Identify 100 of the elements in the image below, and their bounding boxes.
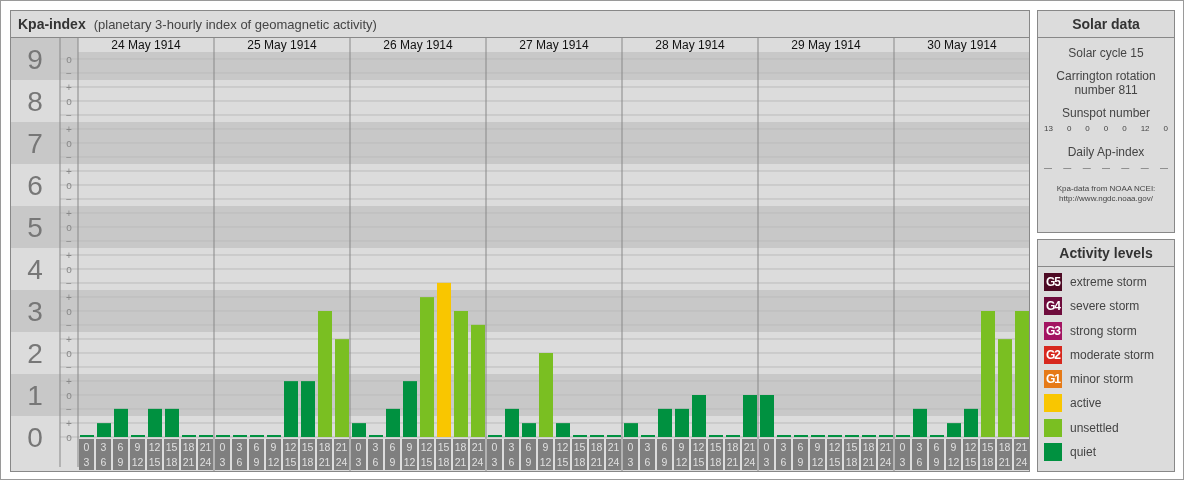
level-badge: G3: [1044, 321, 1062, 340]
level-badge: G5: [1044, 273, 1062, 291]
time-slot-label: 12 15: [147, 439, 162, 470]
time-slot-label: 3 6: [232, 439, 247, 470]
x-tick-label: 6 9: [525, 441, 532, 468]
x-tick-label: 0 3: [491, 441, 498, 468]
panel-title: Solar data: [1038, 11, 1174, 38]
sunspot-value: 0: [1163, 124, 1168, 133]
time-slot-label: 15 18: [844, 439, 859, 470]
bar: [913, 408, 927, 437]
x-tick-label: 3 6: [236, 441, 243, 468]
time-slot-label: 18 21: [181, 439, 196, 470]
minor-axis-label: +: [66, 375, 72, 387]
axis-label: 7: [27, 128, 43, 159]
ap-index-value: —: [1082, 163, 1091, 172]
x-tick-label: 6 9: [253, 441, 260, 468]
x-tick-label: 0 3: [763, 441, 770, 468]
time-slot-label: 9 12: [266, 439, 281, 470]
legend-label: moderate storm: [1070, 347, 1155, 362]
date-label: 27 May 1914: [519, 38, 589, 52]
time-slot-label: 15 18: [164, 439, 179, 470]
sunspot-value: 13: [1044, 124, 1053, 133]
x-tick-label: 0 3: [219, 441, 226, 468]
bar: [352, 423, 366, 437]
x-tick-label: 6 9: [117, 441, 124, 468]
minor-axis-label: +: [66, 249, 72, 261]
bar: [743, 395, 757, 437]
axis-label: 6: [27, 170, 43, 201]
x-tick-label: 6 9: [797, 441, 804, 468]
minor-axis-label: +: [66, 291, 72, 303]
time-slot-label: 6 9: [113, 439, 128, 470]
bar: [760, 395, 774, 437]
sunspot-value: 0: [1103, 124, 1109, 133]
legend-label: active: [1070, 396, 1102, 411]
minor-axis-label: −: [66, 109, 72, 121]
time-slot-label: 0 3: [759, 439, 774, 470]
minor-axis-label: −: [66, 403, 72, 415]
level-badge: G4: [1044, 297, 1062, 316]
x-tick-label: 3 6: [372, 441, 379, 468]
minor-axis-label: −: [66, 319, 72, 331]
bar: [964, 408, 978, 437]
legend-label: severe storm: [1070, 299, 1140, 314]
panel-title: Activity levels: [1038, 240, 1174, 267]
x-tick-label: 3 6: [508, 441, 515, 468]
time-slot-label: 15 18: [572, 439, 587, 470]
time-slot-label: 21 24: [470, 439, 485, 470]
level-badge: G2: [1044, 345, 1062, 364]
x-tick-label: 3 6: [644, 441, 651, 468]
minor-axis-label: −: [66, 67, 72, 79]
x-tick-label: 0 3: [83, 441, 90, 468]
x-tick-label: 6 9: [389, 441, 396, 468]
bar: [301, 381, 315, 437]
time-slot-label: 15 18: [300, 439, 315, 470]
axis-label: 4: [27, 254, 43, 285]
time-slot-label: 18 21: [997, 439, 1012, 470]
x-tick-label: 3 6: [780, 441, 787, 468]
x-tick-label: 0 3: [899, 441, 906, 468]
time-slot-label: 0 3: [895, 439, 910, 470]
bar: [947, 423, 961, 437]
minor-axis-label: +: [66, 81, 72, 93]
ap-index-value: —: [1102, 163, 1110, 172]
legend-label: strong storm: [1070, 323, 1137, 338]
bar: [114, 408, 128, 437]
time-slot-label: 12 15: [419, 439, 434, 470]
minor-axis-label: o: [66, 179, 72, 191]
date-label: 28 May 1914: [655, 38, 725, 52]
date-label: 29 May 1914: [791, 38, 861, 52]
time-slot-label: 3 6: [504, 439, 519, 470]
time-slot-label: 18 21: [725, 439, 740, 470]
bar: [505, 408, 519, 437]
minor-axis-label: −: [66, 361, 72, 373]
minor-axis-label: −: [66, 277, 72, 289]
bar: [284, 381, 298, 437]
sunspot-value: 0: [1066, 124, 1072, 133]
time-slot-label: 0 3: [79, 439, 94, 470]
axis-label: 0: [27, 422, 43, 453]
time-slot-label: 12 15: [827, 439, 842, 470]
legend-label: extreme storm: [1070, 275, 1147, 289]
time-slot-label: 6 9: [793, 439, 808, 470]
axis-label: 9: [27, 44, 43, 75]
bar: [658, 408, 672, 437]
time-slot-label: 18 21: [453, 439, 468, 470]
axis-label: 5: [27, 212, 43, 243]
ap-index-value: —: [1044, 163, 1052, 172]
time-slot-label: 12 15: [963, 439, 978, 470]
time-slot-label: 9 12: [674, 439, 689, 470]
ap-index-value: —: [1159, 163, 1168, 172]
bar: [675, 408, 689, 437]
date-label: 30 May 1914: [927, 38, 997, 52]
time-slot-label: 0 3: [351, 439, 366, 470]
minor-axis-label: o: [66, 263, 72, 275]
source-note: Kpa-data from NOAA NCEI:: [1056, 184, 1156, 194]
minor-axis-label: −: [66, 193, 72, 205]
level-badge: G1: [1044, 370, 1062, 389]
solar-cycle: Solar cycle 15: [1067, 46, 1145, 60]
time-slot-label: 18 21: [589, 439, 604, 470]
sunspot-value: 0: [1122, 124, 1127, 133]
time-slot-label: 0 3: [215, 439, 230, 470]
time-slot-label: 18 21: [317, 439, 332, 470]
x-tick-label: 3 6: [100, 441, 107, 468]
